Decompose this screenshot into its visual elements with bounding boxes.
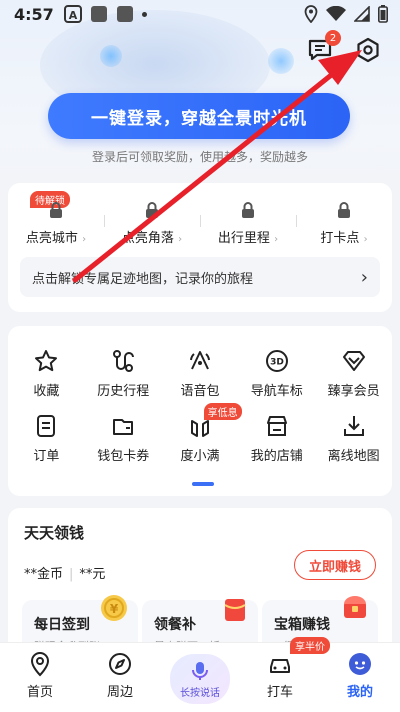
settings-button[interactable] bbox=[354, 36, 382, 64]
chevron-right-icon: › bbox=[274, 234, 279, 245]
tab-label: 我的 bbox=[346, 685, 373, 700]
car-icon bbox=[270, 659, 290, 673]
unlock-footprint-map-bar[interactable]: 点击解锁专属足迹地图，记录你的旅程 › bbox=[20, 257, 380, 297]
feature-label: 语音包 bbox=[180, 384, 220, 399]
stat-label: 出行里程 bbox=[217, 231, 270, 246]
feature-label: 钱包卡券 bbox=[97, 449, 150, 464]
feature-label: 收藏 bbox=[33, 384, 60, 399]
hold-to-talk-button[interactable]: 长按说话 bbox=[170, 654, 230, 704]
svg-text:A: A bbox=[69, 9, 78, 22]
route-icon bbox=[113, 350, 135, 372]
chevron-right-icon: › bbox=[360, 266, 368, 288]
stat-lit-cities[interactable]: 点亮城市 › bbox=[8, 201, 104, 246]
earn-now-button[interactable]: 立即赚钱 bbox=[294, 550, 376, 580]
feature-car-icon[interactable]: 3D 导航车标 bbox=[238, 348, 315, 399]
3d-car-icon: 3D bbox=[265, 350, 288, 372]
tab-taxi[interactable]: 享半价 打车 bbox=[240, 637, 330, 712]
profile-face-icon bbox=[349, 653, 371, 675]
feature-my-store[interactable]: 我的店铺 bbox=[238, 413, 315, 464]
stat-label: 点亮角落 bbox=[121, 231, 174, 246]
download-icon bbox=[343, 416, 364, 436]
earn-amount: **金币 | **元 bbox=[24, 567, 106, 582]
task-label: 领餐补 bbox=[154, 617, 196, 633]
app-square-icon-2 bbox=[116, 6, 133, 22]
location-pin-icon bbox=[30, 651, 50, 677]
cash-value: **元 bbox=[79, 567, 106, 582]
feature-label: 度小满 bbox=[180, 449, 220, 464]
feature-offline-map[interactable]: 离线地图 bbox=[315, 413, 392, 464]
tab-nearby[interactable]: 周边 bbox=[80, 643, 160, 712]
svg-text:¥: ¥ bbox=[110, 602, 119, 616]
feature-label: 导航车标 bbox=[250, 384, 303, 399]
features-card: 收藏 历史行程 语音包 3D 导航车标 臻享会员 订单 钱包卡券 享低息 度小满… bbox=[8, 326, 392, 496]
microphone-icon bbox=[192, 661, 208, 680]
feature-favorites[interactable]: 收藏 bbox=[8, 348, 85, 399]
footprint-card: 待解锁 点亮城市 › 点亮角落 › 出行里程 › 打卡点 › 点击解锁专属足迹地… bbox=[8, 183, 392, 312]
login-subtext: 登录后可领取奖励，使用越多，奖励越多 bbox=[91, 150, 308, 164]
daily-earn-card: 天天领钱 **金币|**元 立即赚钱 每日签到 赚现金升到账 ¥ 领餐补 最少赚… bbox=[8, 508, 392, 658]
tab-label: 首页 bbox=[26, 685, 53, 700]
chevron-right-icon: › bbox=[82, 234, 87, 245]
lock-icon bbox=[338, 202, 350, 218]
feature-duxiaoman[interactable]: 享低息 度小满 bbox=[162, 403, 242, 464]
task-label: 宝箱赚钱 bbox=[274, 617, 330, 633]
stat-checkins[interactable]: 打卡点 › bbox=[296, 201, 392, 246]
gold-coin-icon: ¥ bbox=[101, 595, 127, 621]
app-a-icon: A bbox=[63, 5, 82, 23]
messages-button[interactable]: 2 bbox=[306, 30, 341, 64]
low-interest-tag: 享低息 bbox=[203, 403, 242, 420]
voice-pack-icon bbox=[189, 351, 210, 370]
task-label: 每日签到 bbox=[34, 617, 90, 633]
app-square-icon bbox=[90, 6, 107, 22]
feature-vip[interactable]: 臻享会员 bbox=[315, 348, 392, 399]
dot-icon bbox=[141, 11, 147, 17]
stat-label: 打卡点 bbox=[320, 231, 360, 246]
lock-icon bbox=[146, 202, 158, 218]
feature-label: 臻享会员 bbox=[327, 384, 380, 399]
store-icon bbox=[266, 416, 287, 436]
unlock-bar-text: 点击解锁专属足迹地图，记录你的旅程 bbox=[32, 271, 254, 287]
voice-label: 长按说话 bbox=[180, 687, 220, 699]
tab-label: 周边 bbox=[106, 685, 133, 700]
login-button[interactable]: 一键登录，穿越全景时光机 bbox=[48, 93, 350, 139]
feature-wallet[interactable]: 钱包卡券 bbox=[85, 413, 162, 464]
tab-home[interactable]: 首页 bbox=[0, 643, 80, 712]
tab-label: 打车 bbox=[266, 685, 293, 700]
feature-label: 我的店铺 bbox=[250, 449, 303, 464]
feature-orders[interactable]: 订单 bbox=[8, 413, 85, 464]
location-icon bbox=[304, 5, 318, 23]
lock-icon bbox=[50, 202, 62, 218]
feature-label: 订单 bbox=[33, 449, 60, 464]
stat-mileage[interactable]: 出行里程 › bbox=[200, 201, 296, 246]
lock-icon bbox=[242, 202, 254, 218]
battery-icon bbox=[378, 5, 388, 23]
svg-text:3D: 3D bbox=[270, 358, 284, 368]
feature-voice-pack[interactable]: 语音包 bbox=[162, 348, 239, 399]
signal-icon bbox=[354, 6, 370, 22]
page-indicator bbox=[192, 482, 214, 486]
tab-mine[interactable]: 我的 bbox=[320, 643, 400, 712]
red-envelope-icon bbox=[224, 599, 246, 621]
feature-history[interactable]: 历史行程 bbox=[85, 348, 162, 399]
diamond-icon bbox=[342, 351, 365, 371]
wifi-icon bbox=[326, 6, 346, 21]
feature-label: 离线地图 bbox=[327, 449, 380, 464]
feature-label: 历史行程 bbox=[97, 384, 150, 399]
compass-icon bbox=[109, 653, 131, 675]
message-badge: 2 bbox=[325, 30, 341, 46]
status-bar: 4:57 A bbox=[0, 0, 400, 28]
chevron-right-icon: › bbox=[363, 234, 368, 245]
status-time: 4:57 bbox=[14, 4, 54, 24]
stat-lit-corners[interactable]: 点亮角落 › bbox=[104, 201, 200, 246]
settings-hexagon-icon bbox=[357, 37, 379, 63]
earn-title: 天天领钱 bbox=[24, 524, 85, 542]
coins-value: **金币 bbox=[24, 567, 64, 582]
chevron-right-icon: › bbox=[178, 234, 183, 245]
stat-label: 点亮城市 bbox=[25, 231, 78, 246]
order-icon bbox=[37, 415, 56, 437]
treasure-box-icon bbox=[344, 596, 366, 618]
star-icon bbox=[35, 350, 58, 372]
wallet-icon bbox=[113, 419, 134, 435]
